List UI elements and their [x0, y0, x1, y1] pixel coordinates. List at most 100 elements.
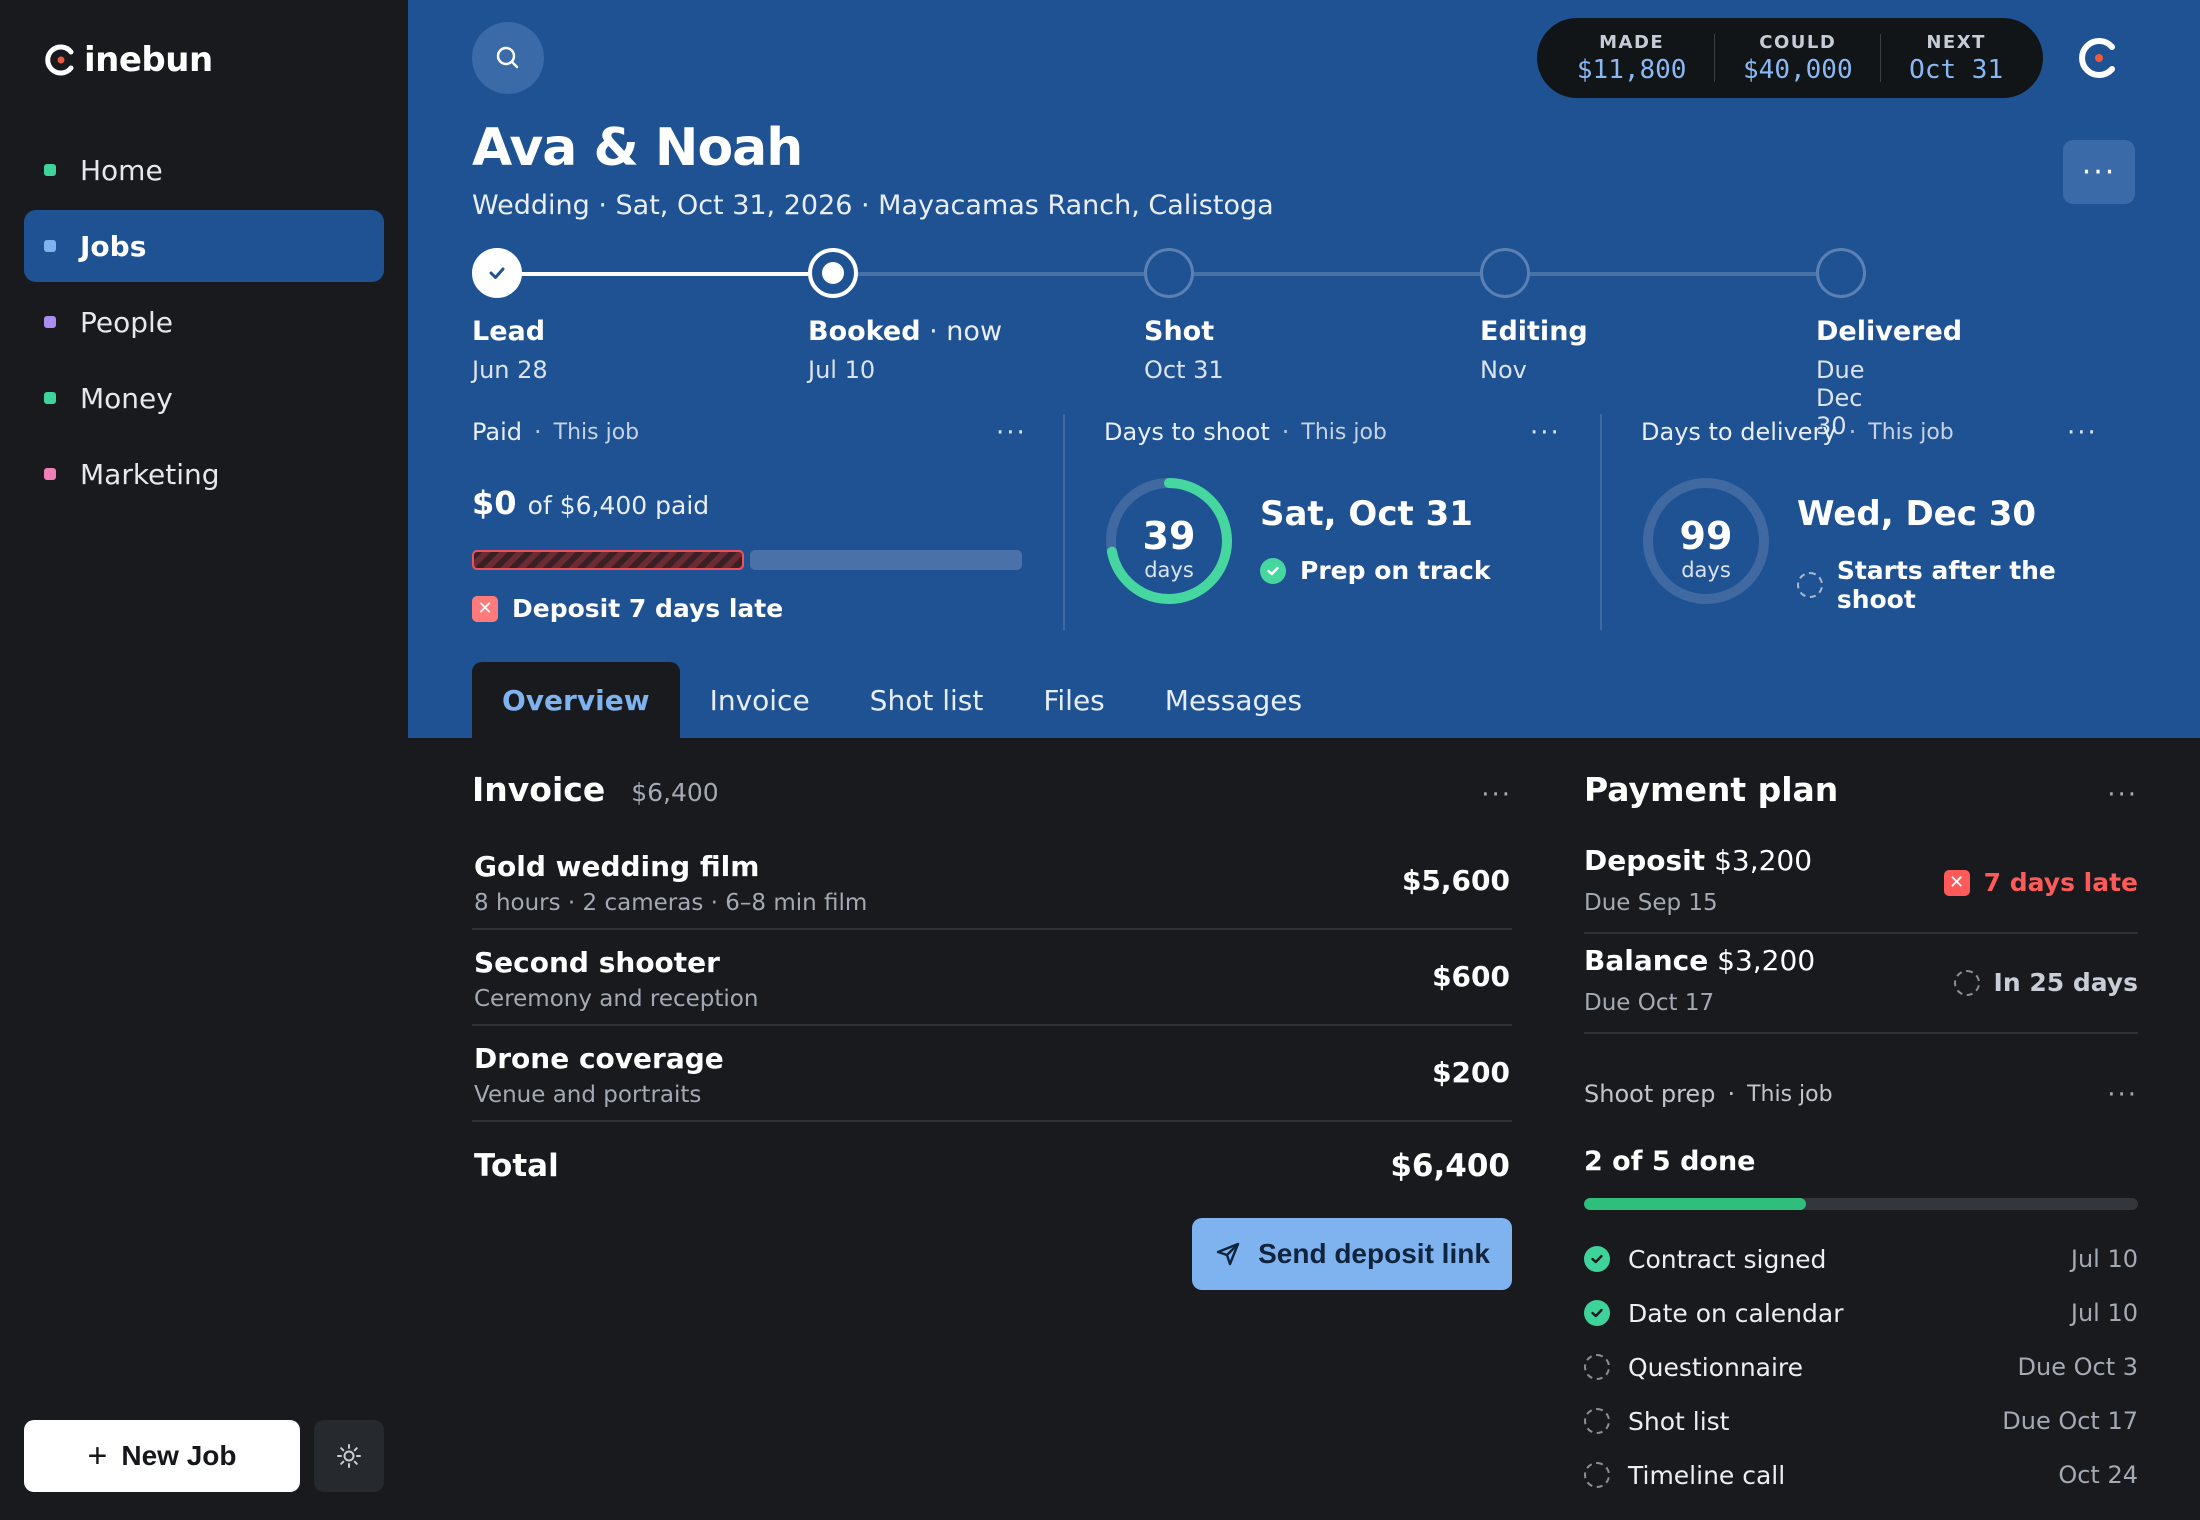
paid-amount: $0 of $6,400 paid: [472, 484, 710, 522]
account-icon[interactable]: [2076, 36, 2120, 80]
new-job-button[interactable]: + New Job: [24, 1420, 300, 1492]
item-desc: Venue and portraits: [474, 1082, 702, 1108]
sidebar-item-jobs[interactable]: Jobs: [24, 210, 384, 282]
checklist-item[interactable]: Contract signed Jul 10: [1584, 1232, 2138, 1286]
stat-value: $40,000: [1743, 54, 1853, 85]
deposit-late-notice: ✕ Deposit 7 days late: [472, 594, 783, 623]
step-date: Jul 10: [808, 356, 876, 384]
step-connector: [522, 272, 808, 276]
stat-value: Oct 31: [1909, 54, 2004, 85]
invoice-total-row: Total $6,400: [472, 1122, 1512, 1212]
nav-dot-icon: [44, 240, 56, 252]
payment-due: Due Sep 15: [1584, 890, 1718, 916]
stat-next: NEXT Oct 31: [1897, 32, 2015, 85]
pending-circle-icon: [1797, 572, 1823, 598]
payment-row-balance[interactable]: Balance $3,200 Due Oct 17 In 25 days: [1584, 934, 2138, 1034]
step-label: Delivered: [1816, 316, 1963, 347]
step-booked[interactable]: [808, 248, 858, 298]
more-options-button[interactable]: ···: [2063, 140, 2135, 204]
checklist-item[interactable]: Date on calendar Jul 10: [1584, 1286, 2138, 1340]
step-date: Nov: [1480, 356, 1527, 384]
sidebar-item-people[interactable]: People: [24, 286, 384, 358]
panel-header: Payment plan: [1584, 770, 2138, 834]
prep-checklist: Contract signed Jul 10 Date on calendar …: [1584, 1232, 2138, 1502]
tab-overview[interactable]: Overview: [472, 662, 680, 738]
checklist-item[interactable]: Timeline call Oct 24: [1584, 1448, 2138, 1502]
checklist-date: Due Oct 3: [2017, 1353, 2138, 1381]
item-desc: 8 hours · 2 cameras · 6–8 min film: [474, 890, 868, 916]
invoice-more-button[interactable]: ···: [1481, 780, 1512, 810]
main-nav: Home Jobs People Money Marketing: [24, 134, 384, 514]
delivery-status: Starts after the shoot: [1797, 556, 2141, 614]
checklist-item[interactable]: Questionnaire Due Oct 3: [1584, 1340, 2138, 1394]
card-title: Days to shoot: [1104, 418, 1270, 446]
checklist-date: Jul 10: [2070, 1299, 2138, 1327]
stat-label: NEXT: [1926, 31, 1986, 53]
tab-messages[interactable]: Messages: [1135, 662, 1332, 738]
checklist-item[interactable]: Shot list Due Oct 17: [1584, 1394, 2138, 1448]
error-x-icon: ✕: [472, 595, 498, 622]
check-circle-icon: [1584, 1246, 1610, 1272]
tab-shot-list[interactable]: Shot list: [840, 662, 1014, 738]
invoice-line-item[interactable]: Second shooter Ceremony and reception $6…: [472, 930, 1512, 1026]
step-connector: [1194, 272, 1480, 276]
total-label: Total: [474, 1148, 559, 1184]
plan-more-button[interactable]: ···: [2107, 780, 2138, 810]
sidebar-item-marketing[interactable]: Marketing: [24, 438, 384, 510]
card-more-button[interactable]: ···: [1530, 418, 1561, 448]
card-scope: This job: [1868, 419, 1954, 445]
app-name: inebun: [84, 40, 213, 80]
prep-progress-fill: [1584, 1198, 1806, 1210]
nav-dot-icon: [44, 468, 56, 480]
payment-status: In 25 days: [1953, 968, 2138, 997]
delivery-card: Days to delivery · This job ··· 99 days …: [1641, 418, 2141, 632]
invoice-line-item[interactable]: Gold wedding film 8 hours · 2 cameras · …: [472, 834, 1512, 930]
checklist-name: Shot list: [1628, 1406, 1730, 1436]
tab-files[interactable]: Files: [1013, 662, 1134, 738]
prep-more-button[interactable]: ···: [2107, 1080, 2138, 1110]
step-shot[interactable]: [1144, 248, 1194, 298]
tab-invoice[interactable]: Invoice: [680, 662, 840, 738]
card-title: Paid: [472, 418, 523, 446]
payment-plan-panel: Payment plan ··· Deposit $3,200 Due Sep …: [1584, 770, 2138, 1034]
invoice-panel: Invoice $6,400 ··· Gold wedding film 8 h…: [472, 770, 1512, 1290]
panel-title: Invoice: [472, 770, 606, 809]
sidebar-item-home[interactable]: Home: [24, 134, 384, 206]
pending-circle-icon: [1584, 1408, 1610, 1434]
job-stepper: Lead Booked · now Shot Editing Delivered…: [472, 248, 1962, 440]
balance-segment: [750, 550, 1022, 570]
check-circle-icon: [1584, 1300, 1610, 1326]
sidebar-item-label: Marketing: [80, 457, 220, 491]
payment-status: ✕ 7 days late: [1943, 868, 2138, 897]
search-button[interactable]: [472, 22, 544, 94]
sidebar-item-label: Jobs: [80, 229, 147, 263]
job-tabs: Overview Invoice Shot list Files Message…: [472, 662, 1332, 738]
invoice-line-item[interactable]: Drone coverage Venue and portraits $200: [472, 1026, 1512, 1122]
step-editing[interactable]: [1480, 248, 1530, 298]
item-price: $5,600: [1401, 864, 1510, 897]
invoice-amount: $6,400: [631, 778, 719, 807]
step-lead[interactable]: [472, 248, 522, 298]
check-icon: [489, 267, 505, 279]
sidebar-item-label: Home: [80, 153, 163, 187]
stat-made: MADE $11,800: [1565, 32, 1699, 85]
step-connector: [858, 272, 1144, 276]
send-deposit-link-button[interactable]: Send deposit link: [1192, 1218, 1512, 1290]
shoot-status: Prep on track: [1260, 556, 1490, 585]
pending-circle-icon: [1584, 1462, 1610, 1488]
card-more-button[interactable]: ···: [996, 418, 1027, 448]
panel-title: Payment plan: [1584, 770, 1839, 809]
job-header: MADE $11,800 COULD $40,000 NEXT Oct 31 A…: [408, 0, 2200, 738]
step-label: Booked · now: [808, 316, 1003, 347]
step-delivered[interactable]: [1816, 248, 1866, 298]
nav-dot-icon: [44, 316, 56, 328]
days-count: 39: [1142, 514, 1196, 558]
payment-row-deposit[interactable]: Deposit $3,200 Due Sep 15 ✕ 7 days late: [1584, 834, 2138, 934]
prep-progress-bar: [1584, 1198, 2138, 1210]
sidebar-item-money[interactable]: Money: [24, 362, 384, 434]
app-logo[interactable]: inebun: [44, 40, 213, 80]
theme-toggle-button[interactable]: [314, 1420, 384, 1492]
card-more-button[interactable]: ···: [2067, 418, 2098, 448]
payment-due: Due Oct 17: [1584, 990, 1715, 1016]
shoot-date: Sat, Oct 31: [1260, 494, 1473, 534]
